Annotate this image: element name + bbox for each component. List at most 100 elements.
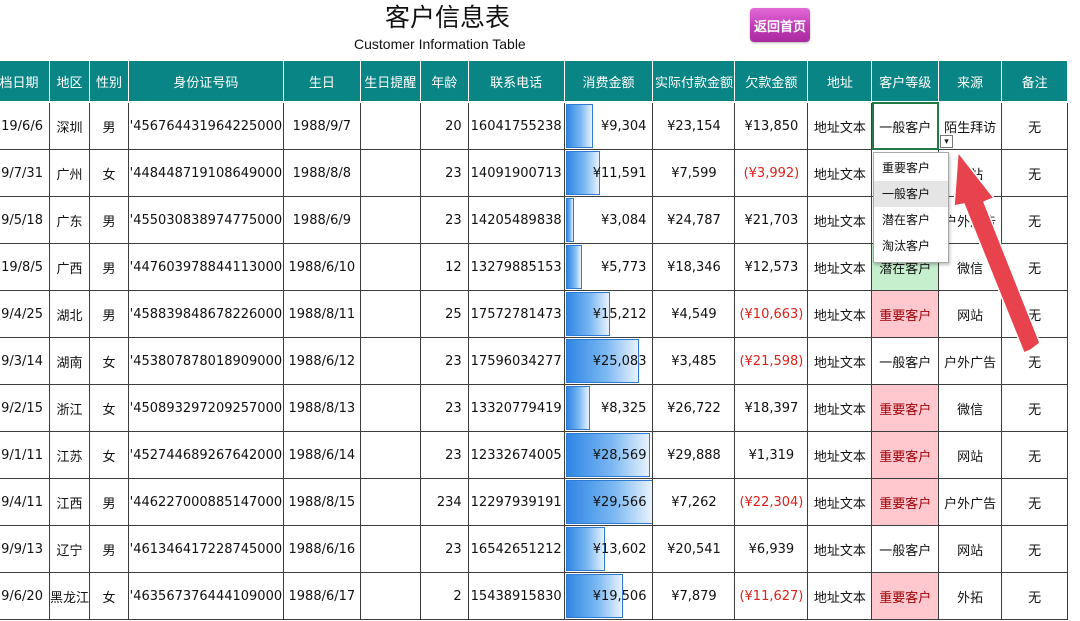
spend-cell[interactable]: ¥25,083 bbox=[563, 337, 654, 385]
customer-level-cell[interactable]: 重要客户 bbox=[871, 431, 940, 479]
birthday-cell[interactable]: 1988/8/15 bbox=[282, 478, 361, 526]
birthday-cell[interactable]: 1988/6/17 bbox=[282, 572, 361, 620]
birthday-reminder-cell[interactable] bbox=[359, 243, 421, 291]
note-cell[interactable]: 无 bbox=[1001, 290, 1068, 338]
spend-cell[interactable]: ¥11,591 bbox=[563, 149, 654, 197]
column-header[interactable]: 备注 bbox=[1001, 60, 1068, 103]
date-cell[interactable]: 19/4/25 bbox=[0, 290, 50, 338]
address-cell[interactable]: 地址文本 bbox=[807, 243, 873, 291]
birthday-cell[interactable]: 1988/6/12 bbox=[282, 337, 361, 385]
customer-level-cell[interactable]: 重要客户 bbox=[871, 478, 940, 526]
home-button[interactable]: 返回首页 bbox=[750, 8, 810, 42]
address-cell[interactable]: 地址文本 bbox=[807, 384, 873, 432]
debt-cell[interactable]: (¥11,627) bbox=[734, 572, 809, 620]
birthday-reminder-cell[interactable] bbox=[359, 525, 421, 573]
gender-cell[interactable]: 女 bbox=[88, 384, 129, 432]
birthday-reminder-cell[interactable] bbox=[359, 384, 421, 432]
customer-level-cell[interactable]: 一般客户 bbox=[871, 101, 940, 150]
birthday-reminder-cell[interactable] bbox=[359, 196, 421, 244]
date-cell[interactable]: 19/6/6 bbox=[0, 101, 50, 150]
region-cell[interactable]: 湖北 bbox=[48, 290, 90, 338]
phone-cell[interactable]: 14205489838 bbox=[467, 196, 565, 244]
source-cell[interactable]: 外拓 bbox=[938, 572, 1003, 620]
gender-cell[interactable]: 男 bbox=[88, 290, 129, 338]
paid-cell[interactable]: ¥26,722 bbox=[652, 384, 736, 432]
phone-cell[interactable]: 13320779419 bbox=[467, 384, 565, 432]
id-number-cell[interactable]: '461346417228745000 bbox=[127, 525, 284, 573]
age-cell[interactable]: 12 bbox=[419, 243, 469, 291]
spend-cell[interactable]: ¥3,084 bbox=[563, 196, 654, 244]
note-cell[interactable]: 无 bbox=[1001, 384, 1068, 432]
id-number-cell[interactable]: '456764431964225000 bbox=[127, 101, 284, 150]
address-cell[interactable]: 地址文本 bbox=[807, 525, 873, 573]
address-cell[interactable]: 地址文本 bbox=[807, 196, 873, 244]
spend-cell[interactable]: ¥28,569 bbox=[563, 431, 654, 479]
address-cell[interactable]: 地址文本 bbox=[807, 290, 873, 338]
birthday-cell[interactable]: 1988/8/11 bbox=[282, 290, 361, 338]
spend-cell[interactable]: ¥13,602 bbox=[563, 525, 654, 573]
birthday-cell[interactable]: 1988/6/10 bbox=[282, 243, 361, 291]
date-cell[interactable]: 19/9/13 bbox=[0, 525, 50, 573]
chevron-down-icon[interactable]: ▾ bbox=[940, 135, 953, 148]
age-cell[interactable]: 23 bbox=[419, 525, 469, 573]
note-cell[interactable]: 无 bbox=[1001, 101, 1068, 150]
age-cell[interactable]: 23 bbox=[419, 149, 469, 197]
phone-cell[interactable]: 15438915830 bbox=[467, 572, 565, 620]
column-header[interactable]: 客户等级 bbox=[871, 60, 940, 103]
debt-cell[interactable]: ¥12,573 bbox=[734, 243, 809, 291]
column-header[interactable]: 来源 bbox=[938, 60, 1003, 103]
age-cell[interactable]: 23 bbox=[419, 384, 469, 432]
id-number-cell[interactable]: '452744689267642000 bbox=[127, 431, 284, 479]
spend-cell[interactable]: ¥29,566 bbox=[563, 478, 654, 526]
age-cell[interactable]: 234 bbox=[419, 478, 469, 526]
spend-cell[interactable]: ¥15,212 bbox=[563, 290, 654, 338]
region-cell[interactable]: 广州 bbox=[48, 149, 90, 197]
paid-cell[interactable]: ¥7,599 bbox=[652, 149, 736, 197]
address-cell[interactable]: 地址文本 bbox=[807, 431, 873, 479]
date-cell[interactable]: 19/8/5 bbox=[0, 243, 50, 291]
column-header[interactable]: 联系电话 bbox=[467, 60, 565, 103]
source-cell[interactable]: 网站 bbox=[938, 431, 1003, 479]
dropdown-option[interactable]: 一般客户 bbox=[874, 181, 948, 207]
dropdown-option[interactable]: 重要客户 bbox=[874, 155, 948, 181]
column-header[interactable]: 地址 bbox=[807, 60, 873, 103]
customer-level-cell[interactable]: 一般客户 bbox=[871, 337, 940, 385]
id-number-cell[interactable]: '448448719108649000 bbox=[127, 149, 284, 197]
spend-cell[interactable]: ¥8,325 bbox=[563, 384, 654, 432]
id-number-cell[interactable]: '453807878018909000 bbox=[127, 337, 284, 385]
date-cell[interactable]: 19/4/11 bbox=[0, 478, 50, 526]
paid-cell[interactable]: ¥20,541 bbox=[652, 525, 736, 573]
phone-cell[interactable]: 12332674005 bbox=[467, 431, 565, 479]
address-cell[interactable]: 地址文本 bbox=[807, 337, 873, 385]
birthday-cell[interactable]: 1988/9/7 bbox=[282, 101, 361, 150]
birthday-cell[interactable]: 1988/6/16 bbox=[282, 525, 361, 573]
note-cell[interactable]: 无 bbox=[1001, 149, 1068, 197]
address-cell[interactable]: 地址文本 bbox=[807, 101, 873, 150]
column-header[interactable]: 实际付款金额 bbox=[652, 60, 736, 103]
paid-cell[interactable]: ¥23,154 bbox=[652, 101, 736, 150]
paid-cell[interactable]: ¥4,549 bbox=[652, 290, 736, 338]
paid-cell[interactable]: ¥24,787 bbox=[652, 196, 736, 244]
address-cell[interactable]: 地址文本 bbox=[807, 149, 873, 197]
column-header[interactable]: 档日期 bbox=[0, 60, 50, 103]
id-number-cell[interactable]: '450893297209257000 bbox=[127, 384, 284, 432]
birthday-reminder-cell[interactable] bbox=[359, 572, 421, 620]
customer-level-cell[interactable]: 重要客户 bbox=[871, 384, 940, 432]
birthday-cell[interactable]: 1988/8/8 bbox=[282, 149, 361, 197]
date-cell[interactable]: 19/3/14 bbox=[0, 337, 50, 385]
birthday-reminder-cell[interactable] bbox=[359, 149, 421, 197]
dropdown-option[interactable]: 潜在客户 bbox=[874, 207, 948, 233]
id-number-cell[interactable]: '455030838974775000 bbox=[127, 196, 284, 244]
column-header[interactable]: 身份证号码 bbox=[127, 60, 284, 103]
date-cell[interactable]: 19/5/18 bbox=[0, 196, 50, 244]
note-cell[interactable]: 无 bbox=[1001, 431, 1068, 479]
region-cell[interactable]: 广西 bbox=[48, 243, 90, 291]
date-cell[interactable]: 19/2/15 bbox=[0, 384, 50, 432]
region-cell[interactable]: 江苏 bbox=[48, 431, 90, 479]
birthday-reminder-cell[interactable] bbox=[359, 101, 421, 150]
region-cell[interactable]: 深圳 bbox=[48, 101, 90, 150]
debt-cell[interactable]: ¥21,703 bbox=[734, 196, 809, 244]
birthday-cell[interactable]: 1988/6/14 bbox=[282, 431, 361, 479]
source-cell[interactable]: 微信 bbox=[938, 384, 1003, 432]
phone-cell[interactable]: 16542651212 bbox=[467, 525, 565, 573]
